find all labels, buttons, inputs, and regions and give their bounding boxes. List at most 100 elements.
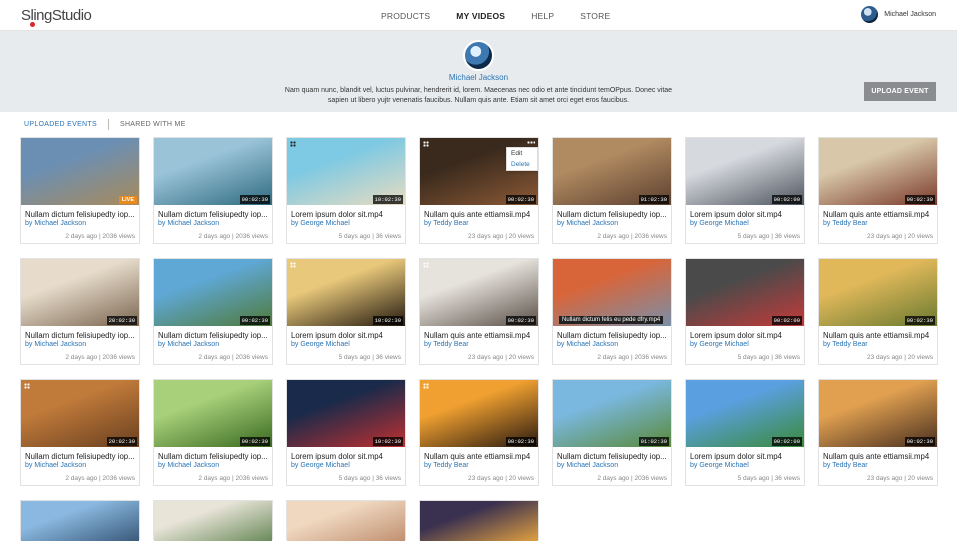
sling-studio-logo[interactable]: SlingStudio <box>21 7 92 27</box>
drag-handle-icon[interactable] <box>24 383 30 389</box>
video-thumbnail[interactable] <box>154 501 272 541</box>
video-card[interactable]: Nullam dictum felis eu pede dfry.mp4 Null… <box>552 258 672 365</box>
video-author[interactable]: by Teddy Bear <box>424 220 469 227</box>
user-name[interactable]: Michael Jackson <box>884 11 936 18</box>
video-thumbnail[interactable]: 01:02:30 <box>553 380 671 447</box>
video-title[interactable]: Lorem ipsum dolor sit.mp4 <box>690 210 803 219</box>
video-thumbnail[interactable] <box>21 501 139 541</box>
video-thumbnail[interactable]: 20:02:30 <box>21 380 139 447</box>
video-thumbnail[interactable]: 00:02:30 <box>819 259 937 326</box>
video-title[interactable]: Nullam quis ante ettiamsii.mp4 <box>424 210 537 219</box>
nav-my-videos[interactable]: MY VIDEOS <box>456 11 505 21</box>
video-author[interactable]: by Michael Jackson <box>557 220 618 227</box>
more-options-icon[interactable] <box>527 141 535 144</box>
video-thumbnail[interactable]: 00:02:00 <box>686 380 804 447</box>
video-thumbnail[interactable]: 00:02:00 <box>686 138 804 205</box>
drag-handle-icon[interactable] <box>290 262 296 268</box>
video-title[interactable]: Lorem ipsum dolor sit.mp4 <box>291 210 404 219</box>
video-thumbnail[interactable]: 00:02:30 <box>819 380 937 447</box>
video-card[interactable]: 00:02:30 Nullam quis ante ettiamsii.mp4 by… <box>818 379 938 486</box>
nav-store[interactable]: STORE <box>580 11 610 21</box>
video-author[interactable]: by Michael Jackson <box>158 220 219 227</box>
video-author[interactable]: by Teddy Bear <box>823 462 868 469</box>
video-card[interactable]: 00:02:30 Nullam dictum felisiupedty iop..… <box>153 137 273 244</box>
video-title[interactable]: Nullam quis ante ettiamsii.mp4 <box>823 331 936 340</box>
video-thumbnail[interactable]: 00:02:30 Edit Delete <box>420 138 538 205</box>
video-author[interactable]: by Michael Jackson <box>25 220 86 227</box>
video-thumbnail[interactable]: 00:02:30 <box>420 259 538 326</box>
video-title[interactable]: Nullam dictum felisiupedty iop... <box>25 210 138 219</box>
video-card[interactable]: 00:02:30 Nullam dictum felisiupedty iop..… <box>153 258 273 365</box>
profile-name[interactable]: Michael Jackson <box>0 73 957 82</box>
video-author[interactable]: by Teddy Bear <box>823 341 868 348</box>
video-card[interactable] <box>419 500 539 541</box>
video-author[interactable]: by Teddy Bear <box>424 341 469 348</box>
video-author[interactable]: by Teddy Bear <box>424 462 469 469</box>
video-title[interactable]: Nullam quis ante ettiamsii.mp4 <box>823 452 936 461</box>
video-title[interactable]: Nullam dictum felisiupedty iop... <box>25 331 138 340</box>
video-title[interactable]: Nullam quis ante ettiamsii.mp4 <box>424 452 537 461</box>
video-author[interactable]: by Michael Jackson <box>557 341 618 348</box>
nav-help[interactable]: HELP <box>531 11 554 21</box>
video-card[interactable]: 01:02:30 Nullam dictum felisiupedty iop..… <box>552 379 672 486</box>
menu-delete[interactable]: Delete <box>507 159 537 170</box>
video-title[interactable]: Lorem ipsum dolor sit.mp4 <box>291 452 404 461</box>
video-card[interactable] <box>20 500 140 541</box>
video-title[interactable]: Lorem ipsum dolor sit.mp4 <box>291 331 404 340</box>
video-card[interactable]: 00:02:00 Lorem ipsum dolor sit.mp4 by Geor… <box>685 137 805 244</box>
menu-edit[interactable]: Edit <box>507 148 537 159</box>
video-thumbnail[interactable]: 00:02:30 <box>819 138 937 205</box>
tab-uploaded-events[interactable]: UPLOADED EVENTS <box>24 121 97 128</box>
video-author[interactable]: by George Michael <box>291 220 350 227</box>
video-thumbnail[interactable]: 20:02:30 <box>21 259 139 326</box>
video-thumbnail[interactable]: 10:02:30 <box>287 259 405 326</box>
video-title[interactable]: Lorem ipsum dolor sit.mp4 <box>690 452 803 461</box>
video-author[interactable]: by Michael Jackson <box>557 462 618 469</box>
video-author[interactable]: by George Michael <box>291 341 350 348</box>
video-thumbnail[interactable]: 10:02:30 <box>287 380 405 447</box>
video-thumbnail[interactable]: 00:02:00 <box>686 259 804 326</box>
video-thumbnail[interactable]: 01:02:30 <box>553 138 671 205</box>
video-author[interactable]: by George Michael <box>690 341 749 348</box>
video-thumbnail[interactable]: 00:02:30 <box>154 380 272 447</box>
video-thumbnail[interactable]: 00:02:30 <box>154 138 272 205</box>
video-card[interactable] <box>153 500 273 541</box>
video-card[interactable]: 10:02:30 Lorem ipsum dolor sit.mp4 by Geor… <box>286 137 406 244</box>
video-author[interactable]: by Michael Jackson <box>25 341 86 348</box>
video-author[interactable]: by Michael Jackson <box>158 462 219 469</box>
video-thumbnail[interactable]: 10:02:30 <box>287 138 405 205</box>
video-title[interactable]: Nullam dictum felisiupedty iop... <box>25 452 138 461</box>
video-title[interactable]: Nullam dictum felisiupedty iop... <box>557 452 670 461</box>
video-title[interactable]: Nullam dictum felisiupedty iop... <box>557 210 670 219</box>
drag-handle-icon[interactable] <box>423 383 429 389</box>
drag-handle-icon[interactable] <box>423 141 429 147</box>
video-card[interactable] <box>286 500 406 541</box>
video-author[interactable]: by Michael Jackson <box>158 341 219 348</box>
video-author[interactable]: by George Michael <box>690 462 749 469</box>
video-thumbnail[interactable]: LIVE <box>21 138 139 205</box>
user-avatar[interactable] <box>861 6 879 23</box>
video-card[interactable]: 00:02:30 Edit Delete Nullam quis ante ettia… <box>419 137 539 244</box>
video-card[interactable]: 00:02:30 Nullam quis ante ettiamsii.mp4 by… <box>419 258 539 365</box>
video-card[interactable]: 00:02:30 Nullam quis ante ettiamsii.mp4 by… <box>419 379 539 486</box>
video-card[interactable]: 10:02:30 Lorem ipsum dolor sit.mp4 by Geor… <box>286 258 406 365</box>
video-thumbnail[interactable]: 00:02:30 <box>154 259 272 326</box>
video-thumbnail[interactable] <box>287 501 405 541</box>
video-title[interactable]: Nullam quis ante ettiamsii.mp4 <box>823 210 936 219</box>
video-title[interactable]: Nullam quis ante ettiamsii.mp4 <box>424 331 537 340</box>
video-title[interactable]: Nullam dictum felisiupedty iop... <box>158 331 271 340</box>
video-title[interactable]: Lorem ipsum dolor sit.mp4 <box>690 331 803 340</box>
video-author[interactable]: by George Michael <box>690 220 749 227</box>
video-author[interactable]: by Michael Jackson <box>25 462 86 469</box>
video-card[interactable]: 01:02:30 Nullam dictum felisiupedty iop..… <box>552 137 672 244</box>
tab-shared-with-me[interactable]: SHARED WITH ME <box>120 121 186 128</box>
video-thumbnail[interactable]: Nullam dictum felis eu pede dfry.mp4 <box>553 259 671 326</box>
video-title[interactable]: Nullam dictum felisiupedty iop... <box>158 210 271 219</box>
video-card[interactable]: 20:02:30 Nullam dictum felisiupedty iop..… <box>20 379 140 486</box>
nav-products[interactable]: PRODUCTS <box>381 11 430 21</box>
video-author[interactable]: by George Michael <box>291 462 350 469</box>
video-card[interactable]: 00:02:30 Nullam quis ante ettiamsii.mp4 by… <box>818 137 938 244</box>
video-card[interactable]: 20:02:30 Nullam dictum felisiupedty iop..… <box>20 258 140 365</box>
video-card[interactable]: 00:02:30 Nullam dictum felisiupedty iop..… <box>153 379 273 486</box>
upload-event-button[interactable]: UPLOAD EVENT <box>864 82 936 101</box>
